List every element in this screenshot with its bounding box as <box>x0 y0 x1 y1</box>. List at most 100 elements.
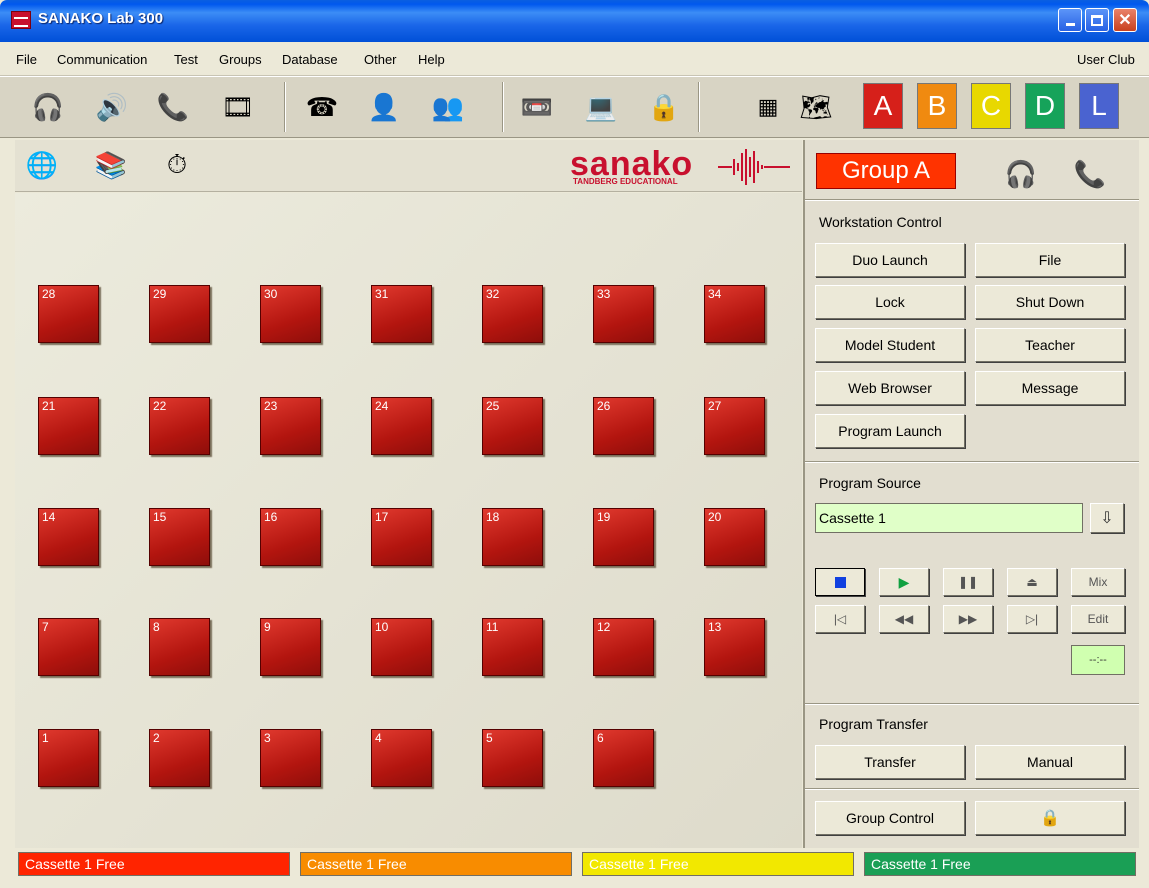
edit-button[interactable]: Edit <box>1071 605 1125 633</box>
filmstrip-icon[interactable]: 🎞 <box>220 89 256 125</box>
menu-file[interactable]: File <box>16 52 37 67</box>
student-seat-5[interactable]: 5 <box>482 729 543 787</box>
speaker-icon[interactable]: 🔊 <box>94 89 130 125</box>
group-tab-l[interactable]: L <box>1079 83 1119 129</box>
student-seat-23[interactable]: 23 <box>260 397 321 455</box>
shut-down-button[interactable]: Shut Down <box>975 285 1125 319</box>
file-button[interactable]: File <box>975 243 1125 277</box>
eject-button[interactable]: ⏏ <box>1007 568 1057 596</box>
time-display: --:-- <box>1071 645 1125 675</box>
skip-back-icon: |◁ <box>833 612 847 626</box>
student-seat-33[interactable]: 33 <box>593 285 654 343</box>
pause-button[interactable]: ❚❚ <box>943 568 993 596</box>
student-seat-8[interactable]: 8 <box>149 618 210 676</box>
group-tab-a[interactable]: A <box>863 83 903 129</box>
play-button[interactable]: ▶ <box>879 568 929 596</box>
student-seat-13[interactable]: 13 <box>704 618 765 676</box>
menu-user-club[interactable]: User Club <box>1077 52 1135 67</box>
seating-plan-icon[interactable]: 🗺 <box>798 89 834 125</box>
group-tab-c[interactable]: C <box>971 83 1011 129</box>
lock-button[interactable]: Lock <box>815 285 965 319</box>
student-seat-12[interactable]: 12 <box>593 618 654 676</box>
student-seat-11[interactable]: 11 <box>482 618 543 676</box>
grid-keypad-icon[interactable]: ▦ <box>750 89 786 125</box>
padlock-icon[interactable]: 🔒 <box>646 89 682 125</box>
student-seat-20[interactable]: 20 <box>704 508 765 566</box>
fast-forward-button[interactable]: ▶▶ <box>943 605 993 633</box>
arrow-down-icon: ⇩ <box>1100 510 1114 527</box>
stop-button[interactable] <box>815 568 865 596</box>
panel-headphones-icon[interactable]: 🎧 <box>1003 156 1039 192</box>
duo-launch-button[interactable]: Duo Launch <box>815 243 965 277</box>
student-seat-26[interactable]: 26 <box>593 397 654 455</box>
mix-button[interactable]: Mix <box>1071 568 1125 596</box>
group-control-button[interactable]: Group Control <box>815 801 965 835</box>
stop-icon <box>834 576 846 588</box>
intercom-phone-icon[interactable]: 📞 <box>155 89 191 125</box>
student-seat-15[interactable]: 15 <box>149 508 210 566</box>
panel-intercom-icon[interactable]: 📞 <box>1072 156 1108 192</box>
program-launch-button[interactable]: Program Launch <box>815 414 965 448</box>
student-seat-25[interactable]: 25 <box>482 397 543 455</box>
student-seat-31[interactable]: 31 <box>371 285 432 343</box>
manual-button[interactable]: Manual <box>975 745 1125 779</box>
program-source-field[interactable]: Cassette 1 <box>815 503 1083 533</box>
student-seat-3[interactable]: 3 <box>260 729 321 787</box>
menu-help[interactable]: Help <box>418 52 445 67</box>
headphones-icon[interactable]: 🎧 <box>30 89 66 125</box>
student-seat-7[interactable]: 7 <box>38 618 99 676</box>
student-seat-16[interactable]: 16 <box>260 508 321 566</box>
title-bar[interactable] <box>0 0 1149 42</box>
stack-icon[interactable]: 📚 <box>93 147 129 183</box>
source-dropdown-button[interactable]: ⇩ <box>1090 503 1124 533</box>
menu-groups[interactable]: Groups <box>219 52 262 67</box>
student-seat-30[interactable]: 30 <box>260 285 321 343</box>
menu-communication[interactable]: Communication <box>57 52 147 67</box>
maximize-button[interactable] <box>1085 8 1109 32</box>
student-seat-19[interactable]: 19 <box>593 508 654 566</box>
minimize-button[interactable] <box>1058 8 1082 32</box>
student-seat-1[interactable]: 1 <box>38 729 99 787</box>
student-seat-4[interactable]: 4 <box>371 729 432 787</box>
student-seat-34[interactable]: 34 <box>704 285 765 343</box>
menu-database[interactable]: Database <box>282 52 338 67</box>
menu-test[interactable]: Test <box>174 52 198 67</box>
close-button[interactable]: ✕ <box>1113 8 1137 32</box>
rewind-button[interactable]: ◀◀ <box>879 605 929 633</box>
student-seat-18[interactable]: 18 <box>482 508 543 566</box>
program-source-title: Program Source <box>819 475 921 491</box>
model-student-button[interactable]: Model Student <box>815 328 965 362</box>
group-people-icon[interactable]: 👥 <box>430 89 466 125</box>
student-seat-28[interactable]: 28 <box>38 285 99 343</box>
group-tab-d[interactable]: D <box>1025 83 1065 129</box>
teacher-button[interactable]: Teacher <box>975 328 1125 362</box>
transfer-button[interactable]: Transfer <box>815 745 965 779</box>
student-seat-22[interactable]: 22 <box>149 397 210 455</box>
previous-button[interactable]: |◁ <box>815 605 865 633</box>
web-browser-button[interactable]: Web Browser <box>815 371 965 405</box>
group-tab-b[interactable]: B <box>917 83 957 129</box>
student-seat-21[interactable]: 21 <box>38 397 99 455</box>
message-button[interactable]: Message <box>975 371 1125 405</box>
student-seat-29[interactable]: 29 <box>149 285 210 343</box>
student-seat-27[interactable]: 27 <box>704 397 765 455</box>
group-lock-button[interactable]: 🔒 <box>975 801 1125 835</box>
student-seat-10[interactable]: 10 <box>371 618 432 676</box>
student-seat-2[interactable]: 2 <box>149 729 210 787</box>
menu-other[interactable]: Other <box>364 52 397 67</box>
next-button[interactable]: ▷| <box>1007 605 1057 633</box>
student-seat-17[interactable]: 17 <box>371 508 432 566</box>
student-seat-9[interactable]: 9 <box>260 618 321 676</box>
timer-computer-icon[interactable]: ⏱ <box>159 147 195 183</box>
pause-icon: ❚❚ <box>957 575 979 589</box>
student-seat-32[interactable]: 32 <box>482 285 543 343</box>
single-person-icon[interactable]: 👤 <box>366 89 402 125</box>
tape-deck-icon[interactable]: 📼 <box>519 89 555 125</box>
section-divider <box>805 703 1139 705</box>
student-seat-6[interactable]: 6 <box>593 729 654 787</box>
student-seat-14[interactable]: 14 <box>38 508 99 566</box>
student-seat-24[interactable]: 24 <box>371 397 432 455</box>
globe-computer-icon[interactable]: 🌐 <box>24 147 60 183</box>
telephone-icon[interactable]: ☎ <box>304 89 340 125</box>
pc-network-icon[interactable]: 💻 <box>583 89 619 125</box>
